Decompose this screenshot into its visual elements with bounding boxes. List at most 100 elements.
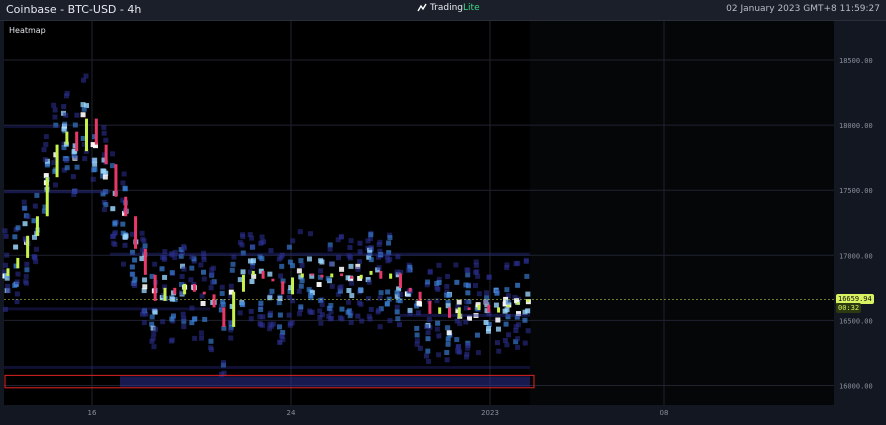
candle — [448, 307, 452, 318]
heatmap-cell — [308, 231, 314, 237]
candle — [320, 274, 324, 278]
heatmap-cell — [268, 248, 274, 254]
candle — [300, 273, 304, 278]
heatmap-cell — [132, 282, 138, 288]
heatmap-cell — [199, 335, 205, 341]
heatmap-cell — [43, 142, 49, 148]
heatmap-cell — [355, 266, 361, 272]
heatmap-cell — [103, 202, 109, 208]
heatmap-cell — [387, 235, 393, 241]
heatmap-cell — [169, 270, 175, 276]
heatmap-cell — [365, 296, 371, 302]
heatmap-cell — [278, 273, 284, 279]
candle — [408, 287, 412, 292]
heatmap-cell — [153, 326, 159, 332]
liquidity-band — [4, 307, 210, 311]
heatmap-cell — [414, 325, 420, 331]
heatmap-cell — [202, 316, 208, 322]
candle — [467, 307, 471, 310]
heatmap-cell — [61, 104, 67, 110]
heatmap-cell — [14, 279, 20, 285]
heatmap-cell — [13, 244, 19, 250]
heatmap-cell — [80, 102, 86, 108]
heatmap-cell — [142, 277, 148, 283]
heatmap-cell — [290, 238, 296, 244]
liquidity-band — [4, 125, 60, 129]
heatmap-cell — [220, 302, 226, 308]
candle — [183, 283, 187, 295]
heatmap-cell — [376, 265, 382, 271]
heatmap-cell — [339, 266, 345, 272]
heatmap-cell — [456, 349, 462, 355]
heatmap-cell — [181, 266, 187, 272]
heatmap-cell — [240, 301, 246, 307]
heatmap-chart[interactable]: 18500.00 18000.00 17500.00 17000.00 16500.00… — [0, 21, 886, 425]
heatmap-cell — [15, 271, 21, 277]
candle — [45, 177, 49, 217]
heatmap-cell — [248, 316, 254, 322]
heatmap-cell — [463, 354, 469, 360]
heatmap-cell — [110, 233, 116, 239]
heatmap-cell — [151, 344, 157, 350]
chart-area[interactable]: 18500.00 18000.00 17500.00 17000.00 16500.00… — [0, 21, 886, 425]
heatmap-cell — [454, 337, 460, 343]
heatmap-cell — [5, 283, 11, 289]
candle — [35, 216, 39, 236]
candle — [487, 304, 491, 313]
heatmap-cell — [249, 235, 255, 241]
heatmap-cell — [494, 340, 500, 346]
liquidity-band-16000 — [120, 376, 530, 387]
heatmap-cell — [444, 350, 450, 356]
panel-label: Heatmap — [9, 26, 46, 35]
heatmap-cell — [384, 301, 390, 307]
heatmap-cell — [506, 332, 512, 338]
heatmap-cell — [42, 156, 48, 162]
heatmap-cell — [237, 310, 243, 316]
heatmap-cell — [152, 261, 158, 267]
heatmap-cell — [81, 77, 87, 83]
heatmap-cell — [377, 324, 383, 330]
heatmap-cell — [33, 246, 39, 252]
heatmap-cell — [180, 311, 186, 317]
heatmap-cell — [139, 256, 145, 262]
heatmap-cell — [504, 287, 510, 293]
heatmap-cell — [82, 156, 88, 162]
heatmap-cell — [159, 266, 165, 272]
heatmap-cell — [269, 288, 275, 294]
heatmap-cell — [318, 268, 324, 274]
future-zone — [530, 21, 834, 405]
candle — [26, 235, 30, 258]
heatmap-cell — [2, 262, 8, 268]
heatmap-cell — [523, 258, 529, 264]
heatmap-cell — [286, 244, 292, 250]
heatmap-cell — [2, 228, 8, 234]
candle — [134, 216, 138, 249]
heatmap-cell — [248, 308, 254, 314]
brand-accent: Lite — [463, 3, 480, 13]
candle — [271, 278, 275, 282]
candle — [497, 307, 501, 313]
heatmap-cell — [454, 279, 460, 285]
heatmap-cell — [494, 290, 500, 296]
heatmap-cell — [348, 319, 354, 325]
heatmap-cell — [142, 284, 148, 290]
heatmap-cell — [64, 93, 70, 99]
heatmap-cell — [101, 207, 107, 213]
heatmap-cell — [111, 240, 117, 246]
heatmap-cell — [80, 112, 86, 118]
heatmap-cell — [112, 221, 118, 227]
heatmap-cell — [15, 225, 21, 231]
heatmap-cell — [463, 319, 469, 325]
heatmap-cell — [339, 306, 345, 312]
heatmap-cell — [394, 304, 400, 310]
candle — [202, 291, 206, 295]
heatmap-cell — [32, 203, 38, 209]
candle — [340, 273, 344, 277]
heatmap-cell — [14, 291, 20, 297]
heatmap-cell — [515, 282, 521, 288]
heatmap-cell — [394, 309, 400, 315]
heatmap-cell — [486, 274, 492, 280]
heatmap-cell — [515, 336, 521, 342]
heatmap-cell — [397, 298, 403, 304]
heatmap-cell — [407, 307, 413, 313]
